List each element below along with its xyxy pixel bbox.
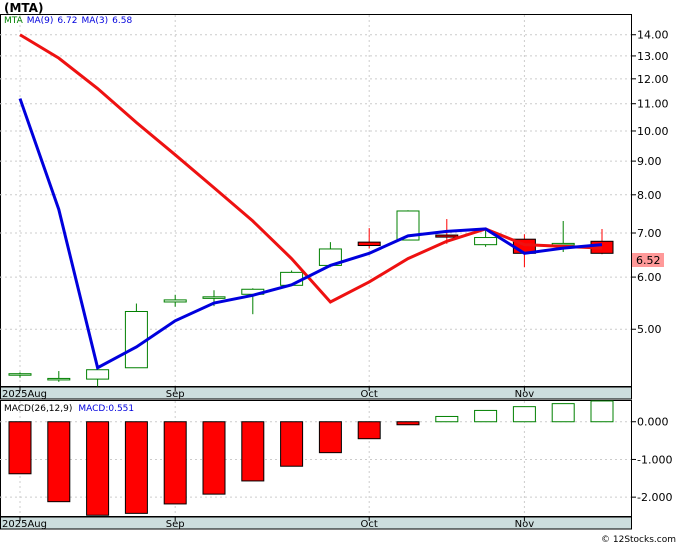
candle-body [86, 369, 110, 380]
last-price-marker: 6.52 [632, 253, 664, 267]
price-tick-label: 11.00 [637, 98, 669, 111]
macd-bar [8, 421, 32, 475]
legend-ma3-label: MA(3) [81, 16, 108, 26]
macd-tick-label: -2.000 [637, 491, 672, 504]
macd-y-axis: 0.000 -1.000 -2.000 [631, 416, 672, 504]
x-tick-label: 2025Aug [2, 389, 47, 400]
price-tick-label: 14.00 [637, 29, 669, 42]
stock-chart: (MTA) 5.00 6.00 7.00 8.00 9.00 10.00 11.00 12.0… [0, 1, 676, 545]
macd-legend-label: MACD(26,12,9) [4, 404, 72, 414]
macd-bar [551, 403, 575, 423]
candle-body [474, 237, 498, 246]
macd-bar [357, 421, 381, 440]
x-tick-label: Nov [515, 389, 535, 400]
macd-tick-label: 0.000 [637, 416, 669, 429]
chart-title: (MTA) [4, 1, 43, 15]
price-tick-label: 5.00 [637, 323, 662, 336]
last-price-label: 6.52 [636, 254, 661, 267]
legend-ma9-label: MA(9) [27, 16, 54, 26]
price-tick-label: 12.00 [637, 73, 669, 86]
legend-ma9-value: 6.72 [57, 16, 77, 26]
macd-bar [280, 421, 304, 467]
x-tick-label: Oct [361, 389, 378, 400]
macd-bar [318, 421, 342, 454]
x-tick-label: Sep [166, 519, 185, 530]
x-tick-label: Nov [515, 519, 535, 530]
price-panel: 5.00 6.00 7.00 8.00 9.00 10.00 11.00 12.00 13.00… [0, 14, 669, 400]
price-tick-label: 6.00 [637, 271, 662, 284]
candle-body [435, 234, 459, 238]
macd-panel: 0.000 -1.000 -2.000 2025Aug Sep Oct Nov MACD(… [0, 400, 672, 530]
price-y-axis: 5.00 6.00 7.00 8.00 9.00 10.00 11.00 12.00 13.00… [631, 29, 669, 336]
price-tick-label: 9.00 [637, 155, 662, 168]
candle-body [357, 241, 381, 247]
legend-ma3-value: 6.58 [112, 16, 132, 26]
price-tick-label: 13.00 [637, 50, 669, 63]
macd-tick-label: -1.000 [637, 453, 672, 466]
legend-symbol: MTA [4, 16, 24, 26]
candle-body [47, 377, 71, 381]
macd-x-axis-band [0, 516, 632, 530]
candle-body [124, 310, 148, 369]
macd-bar [202, 421, 226, 495]
macd-bar [124, 421, 148, 514]
price-plot-area [0, 14, 632, 387]
price-x-axis-band [0, 386, 632, 400]
x-tick-label: Oct [361, 519, 378, 530]
macd-legend: MACD(26,12,9) MACD:0.551 [4, 404, 134, 414]
macd-bar [512, 406, 536, 423]
x-tick-label: Sep [166, 389, 185, 400]
macd-bar [590, 400, 614, 423]
price-tick-label: 10.00 [637, 125, 669, 138]
candle-body [202, 296, 226, 299]
macd-bar [47, 421, 71, 503]
macd-bar [86, 421, 110, 516]
candle-body [8, 373, 32, 376]
macd-bar [435, 415, 459, 423]
macd-bar [474, 409, 498, 423]
macd-bar [241, 421, 265, 482]
footer-credit: © 12Stocks.com [601, 535, 676, 545]
price-tick-label: 8.00 [637, 189, 662, 202]
price-tick-label: 7.00 [637, 227, 662, 240]
macd-bar [163, 421, 187, 505]
candle-body [163, 299, 187, 303]
macd-legend-value: MACD:0.551 [78, 404, 134, 414]
x-tick-label: 2025Aug [2, 519, 47, 530]
macd-bar [396, 421, 420, 426]
